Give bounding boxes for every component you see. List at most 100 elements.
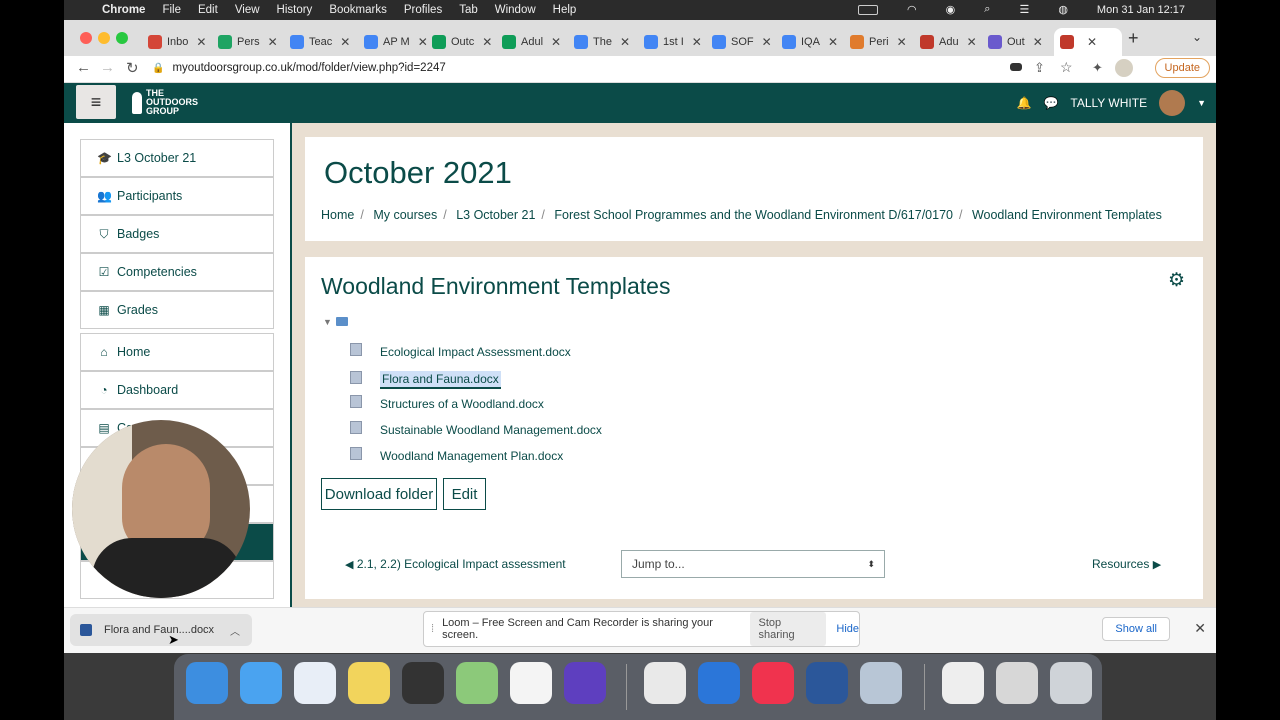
file-row[interactable]: Structures of a Woodland.docx — [350, 394, 544, 411]
word-icon[interactable] — [806, 662, 848, 704]
show-all-button[interactable]: Show all — [1102, 617, 1170, 641]
breadcrumb-my-courses[interactable]: My courses — [373, 208, 437, 222]
menu-edit[interactable]: Edit — [198, 4, 218, 16]
zoom-window-icon[interactable] — [116, 32, 128, 44]
share-icon[interactable]: ⇪ — [1034, 60, 1045, 76]
breadcrumb-home[interactable]: Home — [321, 208, 354, 222]
chevron-up-icon[interactable]: ︿ — [230, 623, 240, 638]
hide-button[interactable]: Hide — [836, 623, 859, 635]
tab-close-icon[interactable]: ✕ — [482, 35, 492, 49]
file-name-link[interactable]: Ecological Impact Assessment.docx — [380, 345, 571, 359]
tab-10[interactable]: Peri ✕ — [844, 28, 916, 56]
gear-icon[interactable]: ⚙ — [1168, 269, 1185, 292]
tab-7[interactable]: 1st I ✕ — [638, 28, 710, 56]
menu-view[interactable]: View — [235, 4, 260, 16]
messages-icon[interactable]: 💬 — [1043, 96, 1058, 110]
folder-icon[interactable] — [336, 317, 348, 326]
tab-close-icon[interactable]: ✕ — [692, 35, 702, 49]
camera-icon[interactable] — [1010, 63, 1022, 71]
menu-app-name[interactable]: Chrome — [102, 4, 145, 16]
sidebar-item-home[interactable]: ⌂ Home — [80, 333, 274, 371]
menu-profiles[interactable]: Profiles — [404, 4, 442, 16]
tab-6[interactable]: The ✕ — [568, 28, 640, 56]
spotlight-icon[interactable]: ⌕ — [984, 3, 990, 16]
lock-icon[interactable]: 🔒 — [152, 63, 164, 74]
file-row[interactable]: Sustainable Woodland Management.docx — [350, 420, 602, 437]
file-name-link[interactable]: Sustainable Woodland Management.docx — [380, 423, 602, 437]
xcode-icon[interactable] — [698, 662, 740, 704]
hamburger-menu-icon[interactable]: ≡ — [76, 85, 116, 119]
file-row[interactable]: Ecological Impact Assessment.docx — [350, 342, 571, 359]
prev-activity-link[interactable]: ◀ 2.1, 2.2) Ecological Impact assessment — [345, 557, 566, 571]
back-icon[interactable]: ← — [76, 59, 91, 76]
next-activity-link[interactable]: Resources ▶ — [1092, 557, 1161, 571]
sidebar-item-competencies[interactable]: ☑ Competencies — [80, 253, 274, 291]
file-row[interactable]: Woodland Management Plan.docx — [350, 446, 563, 463]
downloads-stack-icon[interactable] — [996, 662, 1038, 704]
menubar-clock[interactable]: Mon 31 Jan 12:17 — [1097, 4, 1185, 16]
tab-close-icon[interactable]: ✕ — [897, 35, 907, 49]
download-item[interactable]: Flora and Faun....docx ︿ — [70, 614, 252, 646]
tree-collapse-icon[interactable]: ▼ — [323, 317, 332, 327]
music-icon[interactable] — [752, 662, 794, 704]
siri-app-icon[interactable] — [564, 662, 606, 704]
maps-icon[interactable] — [456, 662, 498, 704]
menu-window[interactable]: Window — [495, 4, 536, 16]
notes-icon[interactable] — [348, 662, 390, 704]
finder-icon[interactable] — [186, 662, 228, 704]
sidebar-item-grades[interactable]: ▦ Grades — [80, 291, 274, 329]
tab-close-icon[interactable]: ✕ — [620, 35, 630, 49]
stop-sharing-button[interactable]: Stop sharing — [749, 612, 827, 646]
chrome-icon[interactable] — [644, 662, 686, 704]
breadcrumb-section[interactable]: Forest School Programmes and the Woodlan… — [554, 208, 953, 222]
siri-icon[interactable]: ◍ — [1058, 3, 1068, 16]
tab-11[interactable]: Adu ✕ — [914, 28, 986, 56]
bookmark-star-icon[interactable]: ☆ — [1060, 59, 1073, 76]
document-icon[interactable] — [942, 662, 984, 704]
site-logo[interactable]: THE OUTDOORS GROUP — [132, 89, 198, 116]
mail-icon[interactable] — [240, 662, 282, 704]
tab-8[interactable]: SOF ✕ — [706, 28, 778, 56]
menu-bookmarks[interactable]: Bookmarks — [329, 4, 387, 16]
menu-history[interactable]: History — [277, 4, 313, 16]
sidebar-item-dashboard[interactable]: ◔ Dashboard — [80, 371, 274, 409]
wifi-icon[interactable]: ◠ — [907, 3, 917, 16]
tab-search-icon[interactable]: ⌄ — [1192, 30, 1202, 44]
notifications-bell-icon[interactable]: 🔔 — [1016, 96, 1031, 110]
control-center-icon[interactable]: ☰ — [1019, 3, 1029, 16]
tab-13[interactable]: ✕ — [1054, 28, 1122, 56]
sidebar-item-badges[interactable]: ⛉ Badges — [80, 215, 274, 253]
profile-icon[interactable] — [1115, 59, 1133, 77]
tab-close-icon[interactable]: ✕ — [340, 35, 350, 49]
minimize-window-icon[interactable] — [98, 32, 110, 44]
sidebar-item-l3-october-21[interactable]: 🎓 L3 October 21 — [80, 139, 274, 177]
file-name-link[interactable]: Woodland Management Plan.docx — [380, 449, 563, 463]
jump-to-select[interactable]: Jump to... ⬍ — [621, 550, 885, 578]
tab-close-icon[interactable]: ✕ — [967, 35, 977, 49]
tab-3[interactable]: AP M ✕ — [358, 28, 430, 56]
tab-close-icon[interactable]: ✕ — [551, 35, 561, 49]
file-name-link[interactable]: Structures of a Woodland.docx — [380, 397, 544, 411]
tab-4[interactable]: Outc ✕ — [426, 28, 498, 56]
tab-5[interactable]: Adul ✕ — [496, 28, 568, 56]
avatar[interactable] — [1159, 90, 1186, 116]
close-icon[interactable]: ✕ — [1194, 620, 1206, 637]
address-bar[interactable]: 🔒 myoutdoorsgroup.co.uk/mod/folder/view.… — [152, 58, 1052, 78]
extensions-icon[interactable]: ✦ — [1092, 60, 1103, 76]
tab-close-icon[interactable]: ✕ — [268, 35, 278, 49]
safari-icon[interactable] — [294, 662, 336, 704]
user-switch-icon[interactable]: ◉ — [946, 3, 956, 16]
tab-9[interactable]: IQA ✕ — [776, 28, 848, 56]
tab-1[interactable]: Pers ✕ — [212, 28, 284, 56]
tab-close-icon[interactable]: ✕ — [828, 35, 838, 49]
trash-icon[interactable] — [1050, 662, 1092, 704]
tab-close-icon[interactable]: ✕ — [1087, 35, 1097, 49]
download-folder-button[interactable]: Download folder — [321, 478, 437, 510]
tab-0[interactable]: Inbo ✕ — [142, 28, 214, 56]
menu-tab[interactable]: Tab — [459, 4, 478, 16]
reload-icon[interactable]: ↻ — [126, 59, 139, 77]
menu-file[interactable]: File — [162, 4, 181, 16]
user-menu-caret-icon[interactable]: ▼ — [1197, 98, 1206, 108]
tab-2[interactable]: Teac ✕ — [284, 28, 356, 56]
breadcrumb-course[interactable]: L3 October 21 — [456, 208, 535, 222]
